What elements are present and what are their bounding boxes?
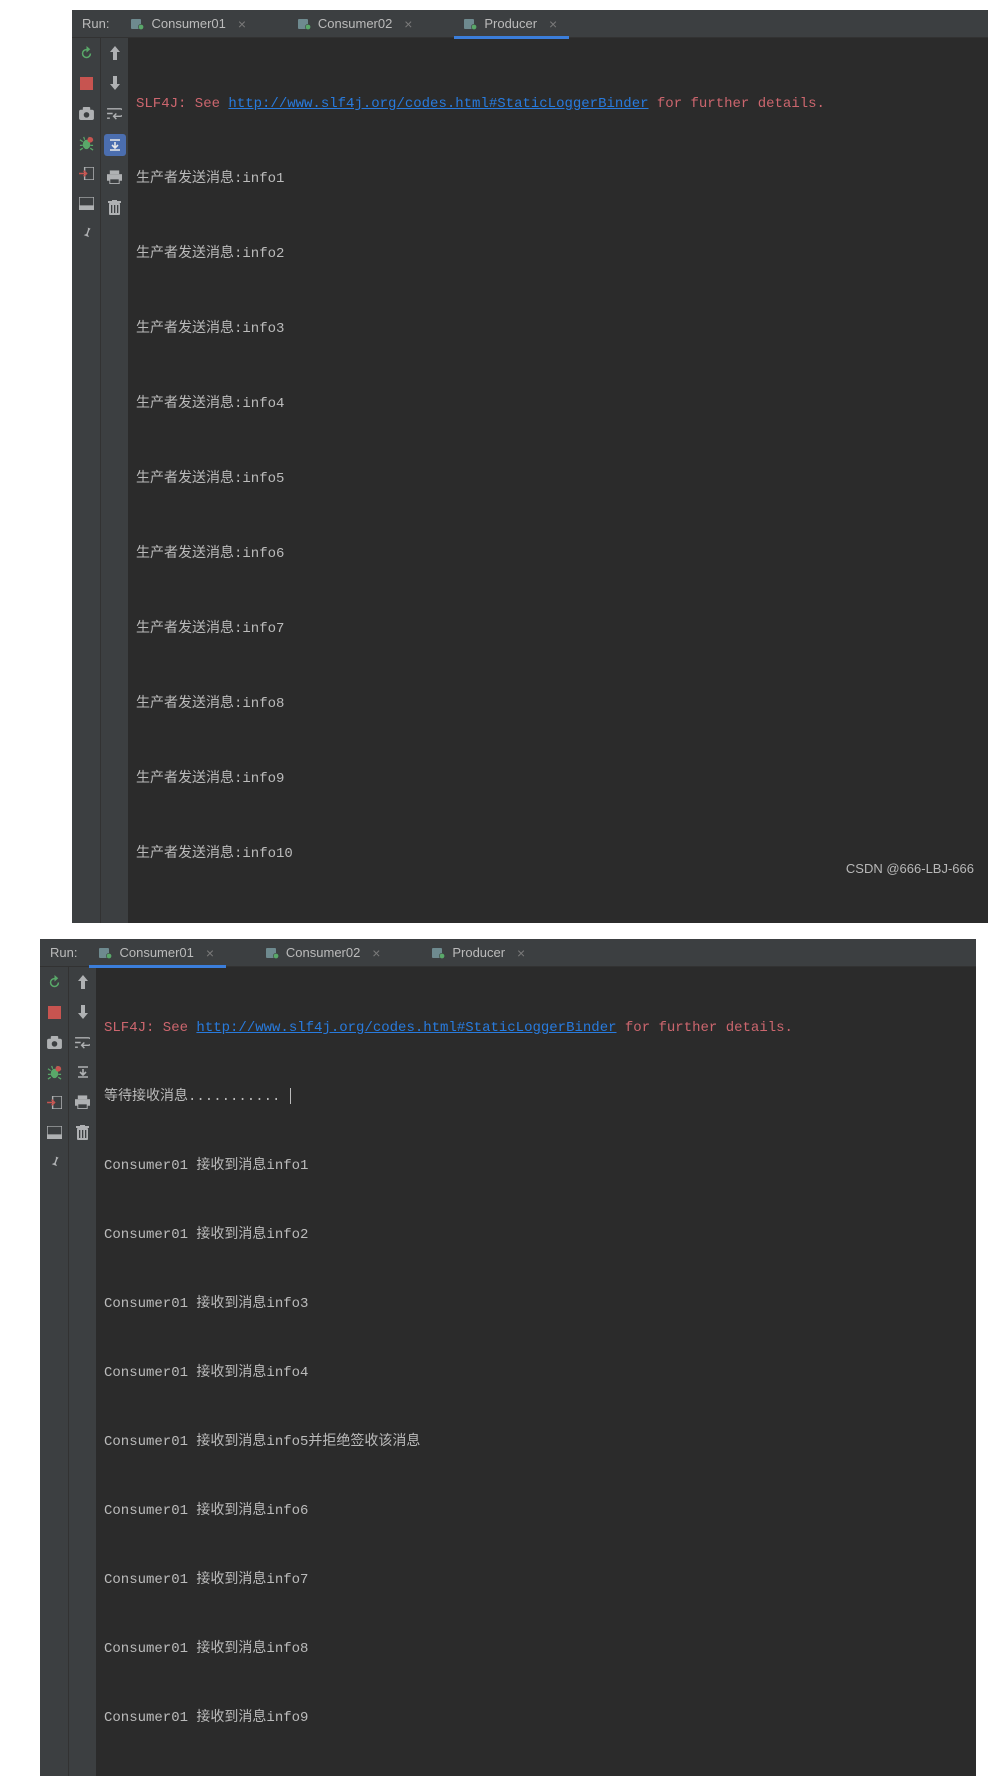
camera-icon[interactable]	[45, 1033, 63, 1051]
tab-consumer01[interactable]: Consumer01 ×	[91, 939, 223, 967]
close-icon[interactable]: ×	[515, 947, 527, 959]
log-line: 生产者发送消息:info7	[136, 617, 980, 642]
close-icon[interactable]: ×	[236, 18, 248, 30]
log-line: Consumer01 接收到消息info3	[104, 1293, 968, 1316]
tab-label: Consumer02	[286, 945, 360, 960]
close-icon[interactable]: ×	[402, 18, 414, 30]
log-text: for further details.	[649, 96, 825, 112]
log-line: Consumer01 接收到消息info9	[104, 1707, 968, 1730]
log-line: 生产者发送消息:info5	[136, 467, 980, 492]
tab-producer[interactable]: Producer ×	[456, 10, 567, 38]
arrow-down-icon[interactable]	[74, 1003, 92, 1021]
stop-icon[interactable]	[77, 74, 95, 92]
camera-icon[interactable]	[77, 104, 95, 122]
close-icon[interactable]: ×	[204, 947, 216, 959]
run-config-icon	[298, 17, 312, 31]
tabbar-label: Run:	[50, 945, 77, 960]
run-config-icon	[464, 17, 478, 31]
tab-label: Producer	[452, 945, 505, 960]
tab-label: Consumer01	[151, 16, 225, 31]
run-config-icon	[432, 946, 446, 960]
body-area: SLF4J: See http://www.slf4j.org/codes.ht…	[40, 967, 976, 1776]
pin-icon[interactable]	[45, 1153, 63, 1171]
log-line: 生产者发送消息:info6	[136, 542, 980, 567]
scroll-to-end-icon[interactable]	[74, 1063, 92, 1081]
log-line: 生产者发送消息:info4	[136, 392, 980, 417]
console-output[interactable]: SLF4J: See http://www.slf4j.org/codes.ht…	[128, 38, 988, 923]
run-config-icon	[266, 946, 280, 960]
run-config-icon	[99, 946, 113, 960]
log-line: Consumer01 接收到消息info8	[104, 1638, 968, 1661]
arrow-up-icon[interactable]	[74, 973, 92, 991]
layout-icon[interactable]	[45, 1123, 63, 1141]
log-line: 生产者发送消息:info2	[136, 242, 980, 267]
debug-icon[interactable]	[45, 1063, 63, 1081]
run-panel-producer: Run: Consumer01 × Consumer02 × Producer …	[72, 10, 988, 923]
log-line: 生产者发送消息:info1	[136, 167, 980, 192]
arrow-down-icon[interactable]	[106, 74, 124, 92]
close-icon[interactable]: ×	[370, 947, 382, 959]
watermark: CSDN @666-LBJ-666	[846, 861, 974, 876]
close-icon[interactable]: ×	[547, 18, 559, 30]
cursor	[290, 1088, 291, 1104]
trash-icon[interactable]	[106, 198, 124, 216]
rerun-icon[interactable]	[77, 44, 95, 62]
log-line: Consumer01 接收到消息info4	[104, 1362, 968, 1385]
toolbar-left	[72, 38, 100, 923]
log-line: Consumer01 接收到消息info5并拒绝签收该消息	[104, 1431, 968, 1454]
log-line: 生产者发送消息:info8	[136, 692, 980, 717]
exit-icon[interactable]	[45, 1093, 63, 1111]
layout-icon[interactable]	[77, 194, 95, 212]
toolbar-right	[100, 38, 128, 923]
tab-consumer02[interactable]: Consumer02 ×	[290, 10, 422, 38]
pin-icon[interactable]	[77, 224, 95, 242]
log-line: 生产者发送消息:info3	[136, 317, 980, 342]
log-text: for further details.	[617, 1020, 793, 1036]
log-line: 生产者发送消息:info9	[136, 767, 980, 792]
log-line: Consumer01 接收到消息info2	[104, 1224, 968, 1247]
tabbar: Run: Consumer01 × Consumer02 × Producer …	[40, 939, 976, 967]
exit-icon[interactable]	[77, 164, 95, 182]
tab-label: Consumer01	[119, 945, 193, 960]
toolbar-right	[68, 967, 96, 1776]
debug-icon[interactable]	[77, 134, 95, 152]
console-output[interactable]: SLF4J: See http://www.slf4j.org/codes.ht…	[96, 967, 976, 1776]
log-line: Consumer01 接收到消息info7	[104, 1569, 968, 1592]
log-line: Consumer01 接收到消息info6	[104, 1500, 968, 1523]
tab-consumer02[interactable]: Consumer02 ×	[258, 939, 390, 967]
scroll-to-end-icon[interactable]	[104, 134, 126, 156]
rerun-icon[interactable]	[45, 973, 63, 991]
tab-label: Consumer02	[318, 16, 392, 31]
run-config-icon	[131, 17, 145, 31]
run-panel-consumer01: Run: Consumer01 × Consumer02 × Producer …	[40, 939, 976, 1776]
log-line: 等待接收消息...........	[104, 1089, 289, 1105]
tab-consumer01[interactable]: Consumer01 ×	[123, 10, 255, 38]
soft-wrap-icon[interactable]	[74, 1033, 92, 1051]
log-text: SLF4J: See	[136, 96, 228, 112]
body-area: SLF4J: See http://www.slf4j.org/codes.ht…	[72, 38, 988, 923]
log-line: Consumer01 接收到消息info1	[104, 1155, 968, 1178]
log-link[interactable]: http://www.slf4j.org/codes.html#StaticLo…	[196, 1020, 616, 1036]
tab-label: Producer	[484, 16, 537, 31]
tab-producer[interactable]: Producer ×	[424, 939, 535, 967]
trash-icon[interactable]	[74, 1123, 92, 1141]
print-icon[interactable]	[106, 168, 124, 186]
arrow-up-icon[interactable]	[106, 44, 124, 62]
log-text: SLF4J: See	[104, 1020, 196, 1036]
log-link[interactable]: http://www.slf4j.org/codes.html#StaticLo…	[228, 96, 648, 112]
tabbar: Run: Consumer01 × Consumer02 × Producer …	[72, 10, 988, 38]
print-icon[interactable]	[74, 1093, 92, 1111]
soft-wrap-icon[interactable]	[106, 104, 124, 122]
tabbar-label: Run:	[82, 16, 109, 31]
stop-icon[interactable]	[45, 1003, 63, 1021]
toolbar-left	[40, 967, 68, 1776]
